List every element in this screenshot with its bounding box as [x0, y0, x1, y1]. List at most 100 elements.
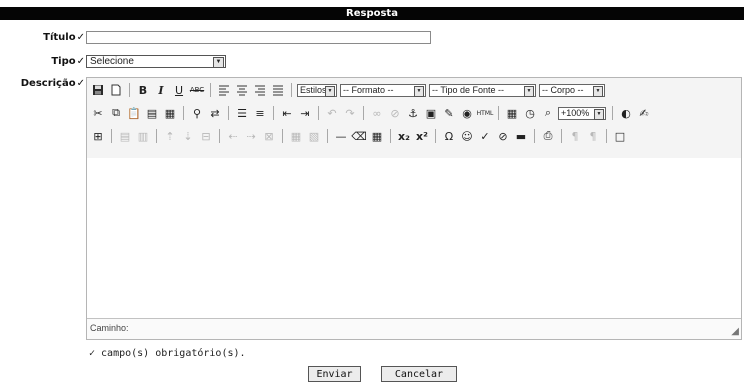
toolbar-row-1: B I U ABC Estilos ▼ -- Formato -- ▼ -- T…	[90, 81, 608, 99]
redo-icon[interactable]: ↷	[342, 105, 358, 121]
format-dropdown[interactable]: -- Formato -- ▼	[340, 83, 426, 97]
subscript-icon[interactable]: x₂	[396, 128, 412, 144]
save-icon[interactable]	[90, 82, 106, 98]
ltr-icon[interactable]: ¶	[567, 128, 583, 144]
new-document-icon[interactable]	[108, 82, 124, 98]
chevron-down-icon[interactable]: ▼	[213, 57, 224, 68]
copy-icon[interactable]: ⧉	[108, 105, 124, 121]
cleanup-icon[interactable]: ✎	[441, 105, 457, 121]
image-icon[interactable]: ▣	[423, 105, 439, 121]
print-icon[interactable]: ⎙	[540, 128, 556, 144]
insert-col-before-icon[interactable]: ⇠	[225, 128, 241, 144]
insert-time-icon[interactable]: ◷	[522, 105, 538, 121]
underline-icon[interactable]: U	[171, 82, 187, 98]
italic-icon[interactable]: I	[153, 82, 169, 98]
emoticon-icon[interactable]: ☺	[459, 128, 475, 144]
undo-icon[interactable]: ↶	[324, 105, 340, 121]
tipo-select[interactable]: Selecione ▼	[86, 55, 226, 68]
chevron-down-icon[interactable]: ▼	[325, 85, 335, 97]
align-center-icon[interactable]	[234, 82, 250, 98]
replace-icon[interactable]: ⇄	[207, 105, 223, 121]
row-properties-icon[interactable]: ▤	[117, 128, 133, 144]
paste-icon[interactable]: 📋	[126, 105, 142, 121]
preview-icon[interactable]: ⌕	[540, 105, 556, 121]
insert-date-icon[interactable]: ▦	[504, 105, 520, 121]
editor-content-area[interactable]	[87, 158, 741, 318]
toolbar-separator	[210, 83, 211, 97]
indent-icon[interactable]: ⇥	[297, 105, 313, 121]
align-right-icon[interactable]	[252, 82, 268, 98]
horizontal-rule-icon[interactable]: —	[333, 128, 349, 144]
required-fields-note: ✓ campo(s) obrigatório(s).	[89, 348, 246, 359]
link-icon[interactable]: ∞	[369, 105, 385, 121]
html-source-icon[interactable]: HTML	[477, 105, 494, 121]
chevron-down-icon[interactable]: ▼	[594, 108, 604, 120]
no-format-icon[interactable]: ⊘	[495, 128, 511, 144]
cancel-button[interactable]: Cancelar	[381, 366, 457, 382]
toolbar-separator	[228, 106, 229, 120]
zoom-dropdown[interactable]: +100% ▼	[558, 106, 606, 120]
rtl-icon[interactable]: ¶	[585, 128, 601, 144]
delete-row-icon[interactable]: ⊟	[198, 128, 214, 144]
toolbar-separator	[156, 129, 157, 143]
toolbar-separator	[498, 106, 499, 120]
anchor-icon[interactable]: ⚓	[405, 105, 421, 121]
styles-dropdown[interactable]: Estilos ▼	[297, 83, 337, 97]
delete-col-icon[interactable]: ⊠	[261, 128, 277, 144]
insert-row-after-icon[interactable]: ⇣	[180, 128, 196, 144]
required-check-icon: ✓	[76, 78, 85, 89]
media-icon[interactable]: ▬	[513, 128, 529, 144]
merge-cells-icon[interactable]: ▧	[306, 128, 322, 144]
chevron-down-icon[interactable]: ▼	[524, 85, 534, 97]
cell-properties-icon[interactable]: ▥	[135, 128, 151, 144]
toolbar-row-2: ✂ ⧉ 📋 ▤ ▦ ⚲ ⇄ ☰ ≡ ⇤ ⇥ ↶ ↷ ∞ ⊘ ⚓ ▣ ✎ ◉ HT…	[90, 104, 654, 122]
visual-aid-icon[interactable]: ▦	[369, 128, 385, 144]
fullscreen-icon[interactable]: □	[612, 128, 628, 144]
table-properties-icon[interactable]: ⊞	[90, 128, 106, 144]
font-size-dropdown[interactable]: -- Corpo -- ▼	[539, 83, 605, 97]
unlink-icon[interactable]: ⊘	[387, 105, 403, 121]
toolbar-separator	[273, 106, 274, 120]
tipo-label: Tipo✓	[51, 56, 85, 67]
spellcheck-icon[interactable]: ✓	[477, 128, 493, 144]
submit-button[interactable]: Enviar	[308, 366, 361, 382]
toolbar-separator	[318, 106, 319, 120]
toolbar-separator	[129, 83, 130, 97]
superscript-icon[interactable]: x²	[414, 128, 430, 144]
cut-icon[interactable]: ✂	[90, 105, 106, 121]
chevron-down-icon[interactable]: ▼	[414, 85, 424, 97]
toolbar-separator	[561, 129, 562, 143]
align-left-icon[interactable]	[216, 82, 232, 98]
insert-row-before-icon[interactable]: ⇡	[162, 128, 178, 144]
required-check-icon: ✓	[76, 56, 85, 67]
remove-format-icon[interactable]: ⌫	[351, 128, 367, 144]
required-check-icon: ✓	[76, 32, 85, 43]
strikethrough-icon[interactable]: ABC	[189, 82, 205, 98]
rich-text-editor: B I U ABC Estilos ▼ -- Formato -- ▼ -- T…	[86, 77, 742, 340]
align-justify-icon[interactable]	[270, 82, 286, 98]
background-color-icon[interactable]: ✍	[636, 105, 652, 121]
help-icon[interactable]: ◉	[459, 105, 475, 121]
titulo-input[interactable]	[86, 31, 431, 44]
paste-word-icon[interactable]: ▦	[162, 105, 178, 121]
panel-title: Resposta	[346, 8, 398, 19]
toolbar-row-3: ⊞ ▤ ▥ ⇡ ⇣ ⊟ ⇠ ⇢ ⊠ ▦ ▧ — ⌫ ▦ x₂ x² Ω ☺ ✓	[90, 127, 630, 145]
numbered-list-icon[interactable]: ≡	[252, 105, 268, 121]
find-icon[interactable]: ⚲	[189, 105, 205, 121]
bullet-list-icon[interactable]: ☰	[234, 105, 250, 121]
insert-col-after-icon[interactable]: ⇢	[243, 128, 259, 144]
outdent-icon[interactable]: ⇤	[279, 105, 295, 121]
paste-text-icon[interactable]: ▤	[144, 105, 160, 121]
split-cells-icon[interactable]: ▦	[288, 128, 304, 144]
chevron-down-icon[interactable]: ▼	[593, 85, 603, 97]
font-family-dropdown[interactable]: -- Tipo de Fonte -- ▼	[429, 83, 536, 97]
toolbar-separator	[327, 129, 328, 143]
special-char-icon[interactable]: Ω	[441, 128, 457, 144]
titulo-label: Título✓	[43, 32, 85, 43]
bold-icon[interactable]: B	[135, 82, 151, 98]
toolbar-separator	[219, 129, 220, 143]
resize-grip-icon[interactable]: ◢	[731, 326, 739, 337]
descricao-label: Descrição✓	[20, 78, 85, 89]
text-color-icon[interactable]: ◐	[618, 105, 634, 121]
element-path: Caminho:	[90, 323, 129, 333]
